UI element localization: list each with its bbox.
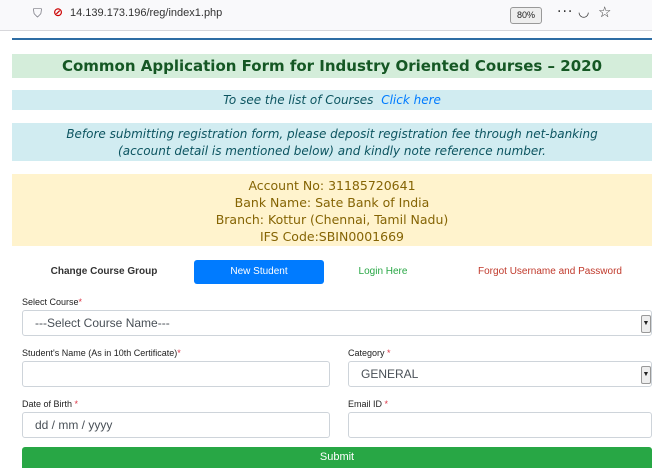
new-student-button[interactable]: New Student: [194, 260, 324, 284]
courses-link[interactable]: Click here: [381, 93, 441, 107]
ifsc-code: IFS Code:SBIN0001669: [260, 229, 404, 244]
account-number: Account No: 31185720641: [248, 178, 416, 193]
dob-placeholder: dd / mm / yyyy: [35, 418, 113, 432]
login-link[interactable]: Login Here: [340, 260, 426, 284]
email-label: Email ID *: [348, 399, 389, 409]
email-input[interactable]: [348, 412, 652, 438]
page-title: Common Application Form for Industry Ori…: [12, 54, 652, 78]
insecure-lock-icon[interactable]: ⊘: [53, 5, 63, 19]
browser-url-bar: ⛉ ⊘ 14.139.173.196/reg/index1.php 80% ··…: [0, 0, 652, 31]
fee-note: Before submitting registration form, ple…: [12, 123, 652, 161]
shield-icon[interactable]: ⛉: [33, 6, 42, 21]
category-select-value: GENERAL: [361, 367, 419, 381]
branch: Branch: Kottur (Chennai, Tamil Nadu): [215, 212, 449, 227]
category-label: Category *: [348, 348, 391, 358]
chevron-down-icon[interactable]: ▼: [641, 366, 651, 384]
submit-button[interactable]: Submit: [22, 447, 652, 468]
bookmark-star-icon[interactable]: ☆: [598, 3, 611, 21]
chevron-down-icon[interactable]: ▼: [641, 315, 651, 333]
courses-notice: To see the list of Courses Click here: [12, 90, 652, 110]
category-select[interactable]: GENERAL ▼: [348, 361, 652, 387]
fee-note-line1: Before submitting registration form, ple…: [66, 127, 598, 141]
header-divider: [12, 38, 652, 40]
course-label: Select Course*: [22, 297, 83, 307]
url-text[interactable]: 14.139.173.196/reg/index1.php: [70, 7, 222, 19]
dob-input[interactable]: dd / mm / yyyy: [22, 412, 330, 438]
dob-label: Date of Birth *: [22, 399, 79, 409]
account-details: Account No: 31185720641 Bank Name: Sate …: [12, 174, 652, 246]
change-course-group-button[interactable]: Change Course Group: [40, 260, 168, 284]
student-name-input[interactable]: [22, 361, 330, 387]
bank-name: Bank Name: Sate Bank of India: [234, 195, 430, 210]
zoom-level[interactable]: 80%: [510, 7, 542, 24]
fee-note-line2: (account detail is mentioned below) and …: [118, 144, 546, 158]
courses-text: To see the list of Courses: [223, 93, 374, 107]
more-dots-icon[interactable]: ···: [557, 4, 573, 20]
course-select-value: ---Select Course Name---: [35, 316, 170, 330]
student-name-label: Student's Name (As in 10th Certificate)*: [22, 348, 181, 358]
forgot-password-link[interactable]: Forgot Username and Password: [470, 260, 630, 284]
course-select[interactable]: ---Select Course Name--- ▼: [22, 310, 652, 336]
pocket-icon[interactable]: ◡: [578, 5, 589, 20]
